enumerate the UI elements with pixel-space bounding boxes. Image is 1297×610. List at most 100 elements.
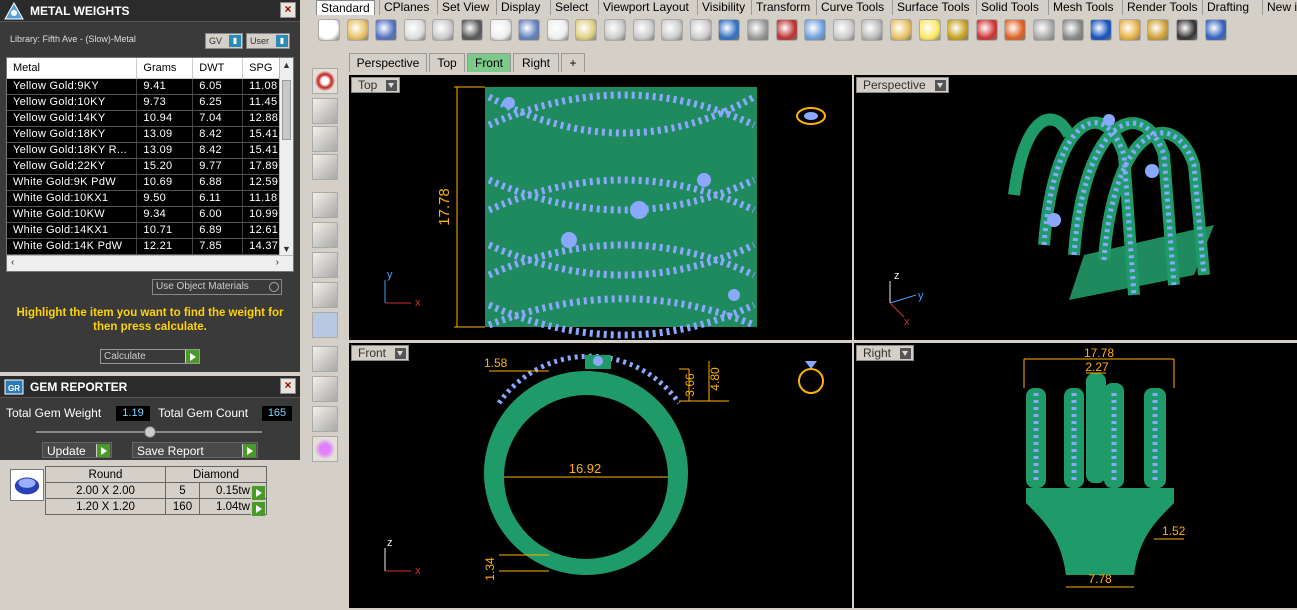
material-icon[interactable] xyxy=(975,19,998,41)
four-viewports-icon[interactable] xyxy=(747,19,769,41)
pan-hand-icon[interactable] xyxy=(546,19,569,41)
box-right-icon[interactable] xyxy=(312,282,338,308)
toolbar-tab[interactable]: CPlanes xyxy=(379,0,433,15)
metal-row[interactable]: Yellow Gold:22KY 15.20 9.77 17.89 xyxy=(7,158,293,175)
box-top-icon[interactable] xyxy=(312,222,338,248)
snap-icon[interactable] xyxy=(1176,19,1198,41)
toolbar-tab[interactable]: Solid Tools xyxy=(976,0,1043,15)
toolbar-tab[interactable]: Surface Tools xyxy=(892,0,974,15)
toolbar-tab[interactable]: Visibility xyxy=(697,0,749,15)
toolbar-tab[interactable]: Transform xyxy=(751,0,814,15)
metal-table-vscrollbar[interactable]: ▲ ▼ xyxy=(279,58,293,256)
shade-icon[interactable] xyxy=(312,376,338,402)
sphere-grid-icon[interactable] xyxy=(312,126,338,152)
cut-icon[interactable] xyxy=(461,19,483,41)
paste-icon[interactable] xyxy=(489,19,512,41)
help-icon[interactable] xyxy=(1204,19,1227,41)
slider-handle[interactable] xyxy=(144,426,156,438)
metal-row[interactable]: Yellow Gold:18KY R... 13.09 8.42 15.41 xyxy=(7,142,293,159)
settings-gear-icon[interactable] xyxy=(1147,19,1170,41)
metal-table[interactable]: Metal Grams DWT SPG Yellow Gold:9KY 9.41 6.05… xyxy=(6,57,294,272)
column-header[interactable]: Grams xyxy=(136,58,194,79)
metal-row[interactable]: Yellow Gold:10KY 9.73 6.25 11.45 xyxy=(7,94,293,111)
column-header[interactable]: Metal xyxy=(7,58,138,79)
save-icon[interactable] xyxy=(375,19,398,41)
axis-tripod-icon[interactable] xyxy=(312,98,338,124)
layer-icon[interactable] xyxy=(890,19,912,41)
scroll-right-icon[interactable]: › xyxy=(276,257,279,268)
use-object-materials-checkbox[interactable]: Use Object Materials xyxy=(152,279,282,295)
viewport-tab[interactable]: Top xyxy=(429,53,465,72)
scroll-down-icon[interactable]: ▼ xyxy=(282,244,291,254)
calculate-button[interactable]: Calculate xyxy=(100,349,200,364)
metal-table-hscrollbar[interactable]: ‹ › xyxy=(7,255,293,271)
toolbar-tab[interactable]: Select xyxy=(550,0,592,15)
render-blue-icon[interactable] xyxy=(1090,19,1113,41)
toolbar-tab[interactable]: Standard xyxy=(316,0,375,15)
toolbar-tab[interactable]: Display xyxy=(496,0,544,15)
new-file-icon[interactable] xyxy=(318,19,340,41)
color-wheel-icon[interactable] xyxy=(1004,19,1027,41)
points-icon[interactable] xyxy=(312,154,338,180)
metal-row[interactable]: White Gold:10KX1 9.50 6.11 11.18 xyxy=(7,190,293,207)
zoom-extents-icon[interactable] xyxy=(661,19,684,41)
open-folder-icon[interactable] xyxy=(346,19,369,41)
update-button[interactable]: Update xyxy=(42,442,112,458)
rotate-view-icon[interactable] xyxy=(718,19,741,41)
gumball-icon[interactable] xyxy=(312,192,338,218)
render-sphere-2-icon[interactable] xyxy=(1061,19,1084,41)
toolbar-tab[interactable]: Viewport Layout xyxy=(598,0,693,15)
toolbar-tab[interactable]: Render Tools xyxy=(1122,0,1202,15)
save-report-button[interactable]: Save Report xyxy=(132,442,258,458)
metal-row[interactable]: Yellow Gold:14KY 10.94 7.04 12.88 xyxy=(7,110,293,127)
print-icon[interactable] xyxy=(403,19,426,41)
gear-purple-icon[interactable] xyxy=(312,436,338,462)
viewport-perspective[interactable]: z y x Perspective xyxy=(854,75,1297,340)
gem-row-go-button[interactable] xyxy=(251,502,265,516)
metal-row[interactable]: White Gold:10KW 9.34 6.00 10.99 xyxy=(7,206,293,223)
gem-row[interactable]: 1.20 X 1.20 160 1.04tw xyxy=(45,498,267,515)
scroll-thumb[interactable] xyxy=(282,80,291,140)
zoom-selected-icon[interactable] xyxy=(689,19,712,41)
circle-select-icon[interactable] xyxy=(832,19,855,41)
rhino-horn-icon[interactable] xyxy=(1118,19,1141,41)
lock-icon[interactable] xyxy=(947,19,970,41)
metal-row[interactable]: White Gold:9K PdW 10.69 6.88 12.59 xyxy=(7,174,293,191)
viewport-right[interactable]: 17.78 2.27 7.78 1.52 Right xyxy=(854,343,1297,608)
viewport-label-front[interactable]: Front xyxy=(351,345,410,361)
copy-icon[interactable] xyxy=(432,19,455,41)
lightbulb-icon[interactable] xyxy=(918,19,941,41)
viewport-top[interactable]: 17.78 y x Top xyxy=(349,75,852,340)
toolbar-tab[interactable]: Mesh Tools xyxy=(1048,0,1117,15)
viewport-label-top[interactable]: Top xyxy=(351,77,401,93)
zoom-window-icon[interactable] xyxy=(632,19,655,41)
viewport-tab[interactable]: Front xyxy=(467,53,511,72)
viewport-tab[interactable]: Perspective xyxy=(349,53,427,72)
metal-panel-close-button[interactable]: × xyxy=(280,2,296,18)
box-front-icon[interactable] xyxy=(312,252,338,278)
splitter[interactable] xyxy=(300,0,306,610)
viewport-tab[interactable]: Right xyxy=(513,53,559,72)
move-icon[interactable] xyxy=(575,19,598,41)
cplane-icon[interactable] xyxy=(804,19,827,41)
metal-row[interactable]: White Gold:14K PdW 12.21 7.85 14.37 xyxy=(7,238,293,255)
undo-icon[interactable] xyxy=(518,19,541,41)
gem-panel-close-button[interactable]: × xyxy=(280,378,296,394)
close-square-icon[interactable] xyxy=(312,406,338,432)
brush-icon[interactable] xyxy=(312,346,338,372)
viewport-front[interactable]: 16.92 1.58 3.66 4.80 1.34 z x Front xyxy=(349,343,852,608)
gem-row-go-button[interactable] xyxy=(251,486,265,500)
properties-icon[interactable] xyxy=(861,19,884,41)
scroll-left-icon[interactable]: ‹ xyxy=(11,257,14,268)
viewport-label-perspective[interactable]: Perspective xyxy=(856,77,949,93)
user-toggle[interactable]: User ▮ xyxy=(246,33,290,49)
metal-row[interactable]: White Gold:14KX1 10.71 6.89 12.61 xyxy=(7,222,293,239)
viewport-label-right[interactable]: Right xyxy=(856,345,915,361)
scroll-up-icon[interactable]: ▲ xyxy=(282,60,291,70)
power-icon[interactable] xyxy=(312,68,338,94)
toolbar-tab[interactable]: Drafting xyxy=(1202,0,1253,15)
box-perspective-icon[interactable] xyxy=(312,312,338,338)
render-sphere-icon[interactable] xyxy=(1033,19,1055,41)
gv-toggle[interactable]: GV ▮ xyxy=(205,33,243,49)
gem-row[interactable]: 2.00 X 2.00 5 0.15tw xyxy=(45,482,267,499)
